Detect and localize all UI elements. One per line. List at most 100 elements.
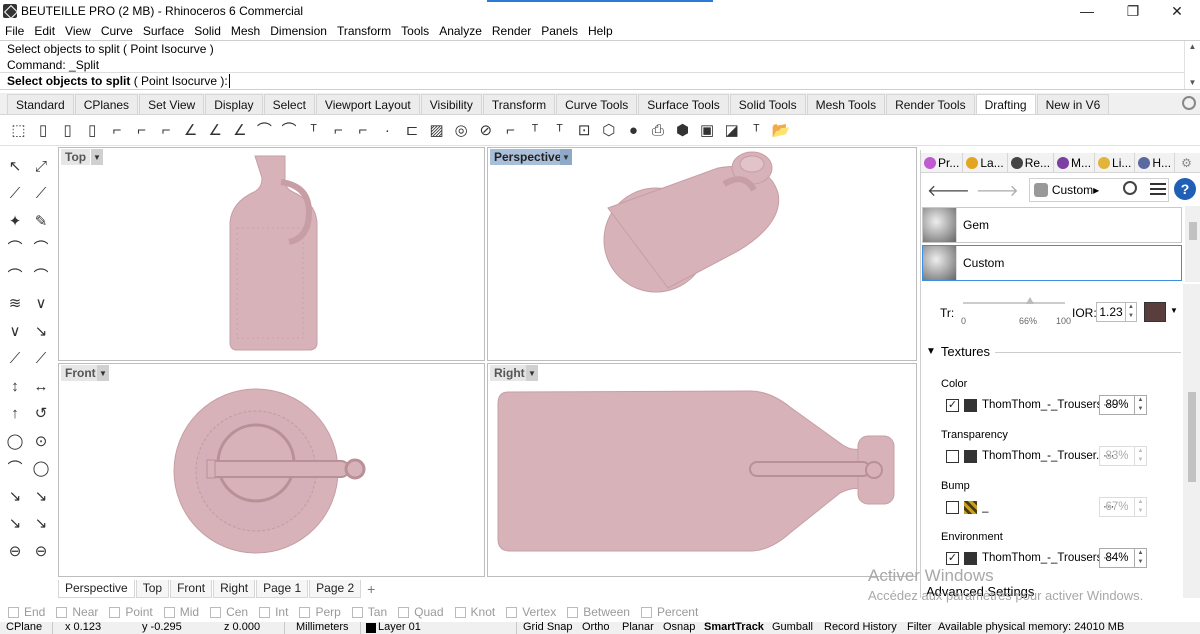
radius-dimension-icon[interactable]: ⌒ — [279, 120, 300, 141]
chevron-down-icon[interactable]: ▼ — [1170, 306, 1178, 315]
osnap-checkbox[interactable] — [640, 606, 652, 618]
texture-checkbox[interactable] — [946, 449, 959, 463]
search-icon[interactable] — [1123, 181, 1137, 195]
join-icon[interactable]: ⟋ — [31, 349, 51, 369]
chevron-down-icon[interactable]: ▼ — [560, 149, 572, 165]
gear-icon[interactable]: ⚙ — [1181, 156, 1192, 170]
viewport-right[interactable]: Right ▼ — [487, 363, 917, 577]
osnap-between[interactable]: Between — [567, 605, 630, 619]
properties-scrollbar[interactable] — [1183, 284, 1200, 598]
osnap-checkbox[interactable] — [454, 606, 466, 618]
text-object-icon[interactable]: ᵀ — [549, 120, 570, 141]
text-icon[interactable]: ᵀ — [303, 120, 324, 141]
texture-name[interactable]: ThomThom_-_Trousers2 — [982, 552, 1100, 564]
ior-input[interactable]: 1.23 — [1096, 302, 1126, 322]
texture-amount-stepper[interactable]: ▲ ▼ — [1135, 497, 1147, 517]
tab-display[interactable]: Display — [205, 94, 263, 114]
menu-view[interactable]: View — [60, 24, 96, 38]
layers-icon[interactable]: ▣ — [697, 120, 718, 141]
scale-icon[interactable]: ◯ — [5, 431, 25, 451]
panel-tab-4[interactable]: Li... — [1095, 152, 1136, 173]
menu-panels[interactable]: Panels — [536, 24, 583, 38]
arc-icon[interactable]: ✎ — [31, 211, 51, 231]
open-folder-icon[interactable]: 📂 — [770, 120, 791, 141]
viewport-top[interactable]: Top ▼ — [58, 147, 485, 361]
hatch-clear-icon[interactable]: ⊘ — [475, 120, 496, 141]
status-planar[interactable]: Planar — [622, 622, 654, 633]
material-item-custom[interactable]: Custom — [922, 245, 1182, 281]
texture-checkbox[interactable]: ✓ — [946, 551, 959, 565]
viewport-label-right[interactable]: Right — [490, 365, 529, 381]
status-smarttrack[interactable]: SmartTrack — [704, 622, 764, 633]
osnap-checkbox[interactable] — [567, 606, 579, 618]
move-icon[interactable]: ↑ — [5, 404, 25, 424]
explode-icon[interactable]: ↕ — [5, 376, 25, 396]
cylinder-icon[interactable]: ⊖ — [5, 541, 25, 561]
dimension-horizontal-icon[interactable]: ⌐ — [156, 120, 177, 141]
status-record-history[interactable]: Record History — [824, 622, 897, 633]
osnap-mid[interactable]: Mid — [163, 605, 199, 619]
leader-icon[interactable]: ⌐ — [328, 120, 349, 141]
texture-name[interactable]: ThomThom_-_Trouser... — [982, 450, 1100, 462]
viewport-label-perspective[interactable]: Perspective — [490, 149, 566, 165]
osnap-int[interactable]: Int — [259, 605, 288, 619]
texture-amount-stepper[interactable]: ▲ ▼ — [1135, 395, 1147, 415]
texture-amount-input[interactable]: 83% — [1099, 446, 1135, 466]
osnap-perp[interactable]: Perp — [299, 605, 341, 619]
angle-dimension2-icon[interactable]: ∠ — [205, 120, 226, 141]
slider-handle[interactable] — [1026, 297, 1035, 304]
page-layout-icon[interactable]: ▯ — [82, 120, 103, 141]
add-layout-icon[interactable]: + — [362, 581, 380, 597]
command-prompt[interactable]: Select objects to split ( Point Isocurve… — [0, 72, 1184, 90]
make2d-icon[interactable]: ⌐ — [500, 120, 521, 141]
textures-section-header[interactable]: ▼ Textures — [926, 344, 990, 359]
material-list-scrollbar[interactable] — [1185, 206, 1200, 282]
status-units[interactable]: Millimeters — [296, 622, 349, 633]
dimension-aligned-icon[interactable]: ⌐ — [106, 120, 127, 141]
osnap-percent[interactable]: Percent — [640, 605, 698, 619]
more-icon[interactable]: ⊖ — [31, 541, 51, 561]
osnap-vertex[interactable]: Vertex — [506, 605, 556, 619]
osnap-checkbox[interactable] — [56, 606, 68, 618]
group-icon[interactable]: ↔ — [31, 376, 51, 396]
select-arrow-icon[interactable]: ↖ — [5, 156, 25, 176]
viewport-label-top[interactable]: Top — [61, 149, 91, 165]
command-scrollbar[interactable]: ▲ ▼ — [1184, 41, 1200, 89]
angle-dimension-icon[interactable]: ∠ — [180, 120, 201, 141]
surface-icon[interactable]: ↘ — [5, 486, 25, 506]
menu-curve[interactable]: Curve — [96, 24, 138, 38]
tab-new-in-v6[interactable]: New in V6 — [1036, 94, 1110, 114]
loft-icon[interactable]: ↘ — [31, 486, 51, 506]
ellipse-icon[interactable]: ⌒ — [31, 239, 51, 259]
close-button[interactable]: ✕ — [1154, 0, 1200, 22]
chevron-down-icon[interactable]: ▼ — [526, 365, 538, 381]
leader2-icon[interactable]: ⌐ — [352, 120, 373, 141]
osnap-checkbox[interactable] — [299, 606, 311, 618]
tab-visibility[interactable]: Visibility — [420, 94, 482, 114]
texture-amount-stepper[interactable]: ▲ ▼ — [1135, 446, 1147, 466]
mirror-icon[interactable]: ⊙ — [31, 431, 51, 451]
panel-tab-3[interactable]: M... — [1054, 152, 1096, 173]
solid-box-icon[interactable]: ↘ — [5, 514, 25, 534]
menu-edit[interactable]: Edit — [29, 24, 60, 38]
breadcrumb[interactable]: Custom ▸ — [1028, 178, 1169, 202]
menu-analyze[interactable]: Analyze — [434, 24, 487, 38]
material-item-gem[interactable]: Gem — [922, 207, 1182, 243]
page-icon[interactable]: ▯ — [33, 120, 54, 141]
menu-surface[interactable]: Surface — [138, 24, 189, 38]
box-icon[interactable]: ⬢ — [672, 120, 693, 141]
point-icon[interactable]: ⤢ — [31, 156, 51, 176]
tab-select[interactable]: Select — [263, 94, 315, 114]
arc-dimension-icon[interactable]: ⌒ — [254, 120, 275, 141]
color-swatch[interactable] — [1144, 302, 1166, 322]
new-doc-icon[interactable]: ⬚ — [8, 120, 29, 141]
tab-standard[interactable]: Standard — [7, 94, 74, 114]
text-style-icon[interactable]: ᵀ — [746, 120, 767, 141]
texture-amount-input[interactable]: 67% — [1099, 497, 1135, 517]
menu-transform[interactable]: Transform — [332, 24, 396, 38]
block-icon[interactable]: ⬡ — [598, 120, 619, 141]
circle-icon[interactable]: ⌒ — [5, 239, 25, 259]
tab-cplanes[interactable]: CPlanes — [74, 94, 139, 114]
boolean-icon[interactable]: ◯ — [31, 459, 51, 479]
gear-icon[interactable] — [1182, 96, 1196, 110]
